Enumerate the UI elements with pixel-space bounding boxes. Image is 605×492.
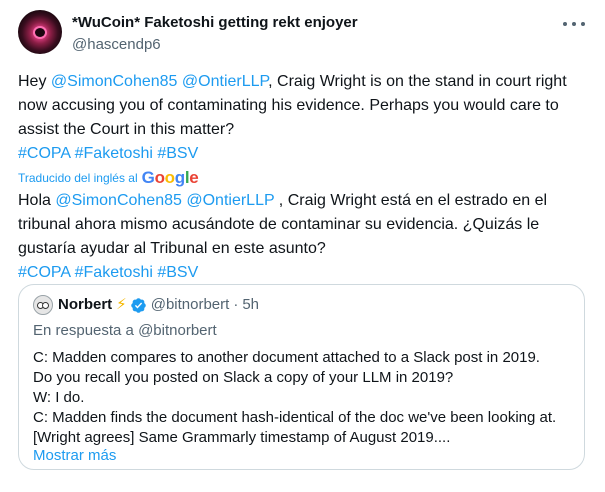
translation-hashtag-bsv[interactable]: #BSV [157,264,198,281]
lightning-icon: ⚡ [116,296,127,313]
google-logo-icon: Google [141,168,199,187]
quote-line: C: Madden compares to another document a… [33,349,540,366]
tweet: *WuCoin* Faketoshi getting rekt enjoyer … [0,0,605,492]
quote-line: C: Madden finds the document hash-identi… [33,409,557,446]
quote-text: C: Madden compares to another document a… [33,348,573,448]
show-more-link[interactable]: Mostrar más [33,446,116,466]
quote-line: Do you recall you posted on Slack a copy… [33,369,454,386]
author-handle[interactable]: @hascendp6 [72,35,585,55]
reply-context: En respuesta a @bitnorbert [33,322,217,339]
quote-line: W: I do. [33,389,85,406]
quote-separator-dot: · [233,296,239,313]
quote-author-handle[interactable]: @bitnorbert [151,295,230,315]
author-display-name[interactable]: *WuCoin* Faketoshi getting rekt enjoyer [72,13,585,33]
quote-timestamp[interactable]: 5h [242,295,259,315]
avatar-eye-graphic [35,28,45,37]
hashtag-bsv[interactable]: #BSV [157,145,198,162]
translation-hashtag-faketoshi[interactable]: #Faketoshi [75,264,153,281]
translation-label: Traducido del inglés al [18,171,138,185]
tweet-text: Hey @SimonCohen85 @OntierLLP, Craig Wrig… [18,70,593,166]
translation-mention-ontierllp[interactable]: @OntierLLP [186,192,274,209]
translation-attribution[interactable]: Traducido del inglés al Google [18,168,199,188]
hashtag-copa[interactable]: #COPA [18,145,70,162]
mention-simoncohen85[interactable]: @SimonCohen85 [51,73,178,90]
quote-header: Norbert ⚡ @bitnorbert · 5h [33,295,259,315]
translation-mention-simoncohen85[interactable]: @SimonCohen85 [55,192,182,209]
mention-ontierllp[interactable]: @OntierLLP [182,73,268,90]
translation-hashtag-copa[interactable]: #COPA [18,264,70,281]
translated-text: Hola @SimonCohen85 @OntierLLP , Craig Wr… [18,189,593,285]
tweet-header: *WuCoin* Faketoshi getting rekt enjoyer … [72,13,585,55]
quote-avatar[interactable] [33,295,53,315]
tweet-greeting: Hey [18,73,51,90]
hashtag-faketoshi[interactable]: #Faketoshi [75,145,153,162]
author-avatar[interactable] [18,10,62,54]
more-horizontal-icon[interactable] [563,17,585,31]
quoted-tweet-card[interactable]: Norbert ⚡ @bitnorbert · 5h En respuesta … [18,284,585,470]
quote-author-name[interactable]: Norbert [58,295,112,315]
translation-greeting: Hola [18,192,56,209]
verified-badge-icon [130,297,146,313]
